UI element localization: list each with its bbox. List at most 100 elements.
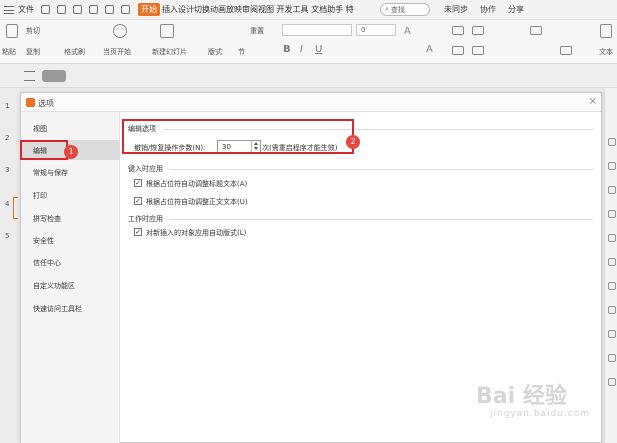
- copy-button[interactable]: 复制: [26, 47, 40, 57]
- right-task-pane: [604, 88, 617, 443]
- nav-item-label: 信任中心: [33, 259, 61, 267]
- nav-item-label: 拼写检查: [33, 215, 61, 223]
- search-placeholder: 查找: [390, 5, 405, 14]
- nav-item-label: 视图: [33, 125, 47, 133]
- slides-view-toggle[interactable]: [42, 70, 66, 82]
- baidu-watermark-url: jingyan.baidu.com: [490, 409, 591, 419]
- bold-button[interactable]: B: [283, 44, 291, 55]
- format-painter-button[interactable]: 格式刷: [64, 47, 85, 57]
- nav-item-label: 打印: [33, 192, 47, 200]
- align-left-icon[interactable]: [452, 46, 464, 55]
- select-icon[interactable]: [608, 138, 616, 146]
- numbering-icon[interactable]: [472, 26, 484, 35]
- print-icon[interactable]: [73, 5, 82, 14]
- slide-number[interactable]: 2: [5, 134, 9, 142]
- slide-number[interactable]: 5: [5, 232, 9, 240]
- new-slide-icon[interactable]: [160, 24, 174, 38]
- from-current-button[interactable]: 当页开始: [103, 47, 131, 57]
- tab-start[interactable]: 开始: [138, 3, 160, 16]
- print-preview-icon[interactable]: [89, 5, 98, 14]
- font-name-field[interactable]: [282, 24, 352, 36]
- slide-number[interactable]: 3: [5, 166, 9, 174]
- paste-button[interactable]: 粘贴: [2, 47, 16, 57]
- reset-button[interactable]: 重置: [250, 26, 264, 36]
- properties-icon[interactable]: [608, 162, 616, 170]
- help-icon[interactable]: [608, 378, 616, 386]
- layout-button[interactable]: 版式: [208, 47, 222, 57]
- app-logo-icon: [26, 98, 35, 107]
- line-spacing-icon[interactable]: [530, 26, 542, 35]
- audio-icon[interactable]: [608, 330, 616, 338]
- font-size-field[interactable]: 0: [356, 24, 396, 36]
- collaborate-button[interactable]: 协作: [480, 4, 496, 15]
- export-pdf-icon[interactable]: [57, 5, 66, 14]
- slide-number[interactable]: 4: [5, 200, 9, 208]
- design-icon[interactable]: [608, 258, 616, 266]
- menu-icon[interactable]: [4, 5, 14, 14]
- nav-item-security[interactable]: 安全性: [21, 230, 120, 250]
- section-button[interactable]: 节: [238, 47, 245, 57]
- title-bar: 文件 开始 插入设计切换动画放映审阅视图 开发工具 文档助手 特 ⌕ 查找 未同…: [0, 0, 617, 20]
- nav-item-print[interactable]: 打印: [21, 185, 120, 205]
- share-pane-icon[interactable]: [608, 306, 616, 314]
- ribbon-toolbar: 粘贴 剪切 复制 格式刷 当页开始 新建幻灯片 版式 节 重置 0 B I U …: [0, 20, 617, 64]
- options-nav: 视图 编辑 常规与保存 打印 拼写检查 安全性 信任中心 自定义功能区 快速访问…: [21, 112, 120, 443]
- undo-icon[interactable]: [105, 5, 114, 14]
- section-divider: [169, 219, 593, 220]
- auto-fit-body-checkbox[interactable]: ✓: [134, 197, 142, 205]
- cloud-icon[interactable]: [608, 354, 616, 362]
- nav-item-general-save[interactable]: 常规与保存: [21, 162, 120, 182]
- auto-fit-title-label: 根据占位符自动调整标题文本(A): [146, 180, 248, 188]
- slide-panel: 1 2 3 4 5: [0, 88, 20, 443]
- columns-icon[interactable]: [560, 46, 572, 55]
- auto-fit-title-checkbox[interactable]: ✓: [134, 179, 142, 187]
- ribbon-tabs[interactable]: 插入设计切换动画放映审阅视图 开发工具 文档助手 特: [162, 4, 372, 15]
- cut-button[interactable]: 剪切: [26, 26, 40, 36]
- bullets-icon[interactable]: [452, 26, 464, 35]
- selected-slide-marker: [13, 197, 18, 219]
- auto-layout-label: 对新插入的对象应用自动版式(L): [146, 229, 247, 237]
- working-apply-heading: 工作时应用: [128, 215, 163, 223]
- section-divider: [169, 169, 593, 170]
- nav-item-customize-ribbon[interactable]: 自定义功能区: [21, 275, 120, 295]
- textbox-button[interactable]: 文本: [599, 47, 613, 57]
- redo-icon[interactable]: [121, 5, 130, 14]
- slide-number[interactable]: 1: [5, 102, 9, 110]
- italic-button[interactable]: I: [300, 44, 303, 55]
- annotation-badge-2: 2: [346, 135, 360, 149]
- nav-item-view[interactable]: 视图: [21, 118, 120, 138]
- align-center-icon[interactable]: [472, 46, 484, 55]
- paste-icon[interactable]: [6, 24, 18, 38]
- file-menu[interactable]: 文件: [18, 4, 34, 15]
- underline-button[interactable]: U: [315, 44, 322, 55]
- nav-item-label: 自定义功能区: [33, 282, 75, 290]
- share-button[interactable]: 分享: [508, 4, 524, 15]
- textbox-icon[interactable]: [600, 24, 612, 38]
- not-synced-button[interactable]: 未同步: [444, 4, 468, 15]
- outline-view-icon[interactable]: [24, 71, 35, 81]
- nav-item-label: 快速访问工具栏: [33, 305, 82, 313]
- search-box[interactable]: ⌕ 查找: [380, 3, 430, 16]
- backup-icon[interactable]: [608, 282, 616, 290]
- baidu-watermark: Bai 经验: [476, 384, 567, 409]
- animation-icon[interactable]: [608, 186, 616, 194]
- save-icon[interactable]: [41, 5, 50, 14]
- nav-item-spell-check[interactable]: 拼写检查: [21, 208, 120, 228]
- new-slide-button[interactable]: 新建幻灯片: [152, 47, 187, 57]
- auto-layout-checkbox[interactable]: ✓: [134, 228, 142, 236]
- annotation-box-undo: [122, 119, 354, 154]
- shape-icon[interactable]: [608, 234, 616, 242]
- grow-font-button[interactable]: A: [404, 26, 411, 37]
- typing-apply-heading: 键入时应用: [128, 165, 163, 173]
- close-icon[interactable]: ×: [589, 96, 597, 107]
- font-size-value: 0: [361, 26, 366, 34]
- auto-fit-body-label: 根据占位符自动调整正文文本(U): [146, 198, 248, 206]
- transition-icon[interactable]: [608, 210, 616, 218]
- nav-item-quick-access[interactable]: 快速访问工具栏: [21, 298, 120, 318]
- dialog-title: 选项: [38, 99, 54, 108]
- play-icon[interactable]: [113, 24, 127, 38]
- nav-item-trust-center[interactable]: 信任中心: [21, 252, 120, 272]
- search-icon: ⌕: [385, 5, 389, 13]
- annotation-box-edit: [20, 140, 68, 160]
- font-color-button[interactable]: A: [426, 44, 433, 55]
